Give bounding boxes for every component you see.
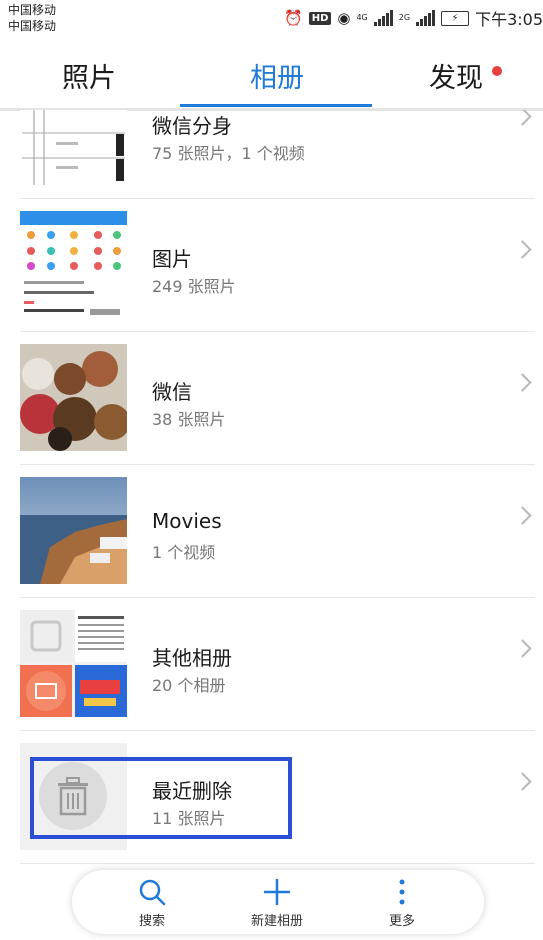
album-count: 249 张照片 [152, 277, 236, 296]
search-button[interactable]: 搜索 [102, 874, 202, 929]
plus-icon [264, 879, 290, 905]
album-count: 20 个相册 [152, 676, 226, 695]
more-button[interactable]: 更多 [352, 874, 452, 929]
album-count: 38 张照片 [152, 410, 226, 429]
signal-icon-2 [416, 10, 436, 26]
alarm-icon: ⏰ [284, 9, 303, 27]
album-name: Movies [152, 509, 222, 533]
status-bar: 中国移动 中国移动 ⏰ HD ◉ 4G 2G ⚡ 下午3:05 [0, 0, 543, 34]
chevron-right-icon [513, 506, 532, 525]
more-label: 更多 [388, 914, 415, 929]
new-album-label: 新建相册 [250, 914, 303, 929]
chevron-right-icon [513, 110, 532, 126]
album-row-other[interactable]: 其他相册 20 个相册 [0, 598, 543, 731]
eye-icon: ◉ [337, 9, 351, 27]
network-type-2: 2G [398, 13, 411, 22]
carrier-label-1: 中国移动 [8, 3, 57, 17]
chevron-right-icon [513, 639, 532, 658]
hd-icon: HD [308, 11, 332, 25]
carrier-label-2: 中国移动 [8, 19, 57, 33]
album-count: 1 个视频 [152, 543, 216, 562]
more-vertical-icon [399, 879, 405, 905]
tab-photos[interactable]: 照片 [62, 56, 116, 95]
chevron-right-icon [513, 240, 532, 259]
album-row-wechat[interactable]: 微信 38 张照片 [0, 332, 543, 465]
album-name: 微信分身 [152, 114, 232, 138]
status-icons: ⏰ HD ◉ 4G 2G ⚡ 下午3:05 [284, 6, 543, 30]
tab-discover[interactable]: 发现 [429, 56, 483, 95]
album-row-movies[interactable]: Movies 1 个视频 [0, 465, 543, 598]
album-thumbnail [20, 610, 127, 717]
bottom-action-bar: 搜索 新建相册 更多 [72, 870, 484, 934]
album-name: 微信 [152, 380, 192, 404]
tab-albums[interactable]: 相册 [250, 56, 304, 95]
album-row-pictures[interactable]: 图片 249 张照片 [0, 199, 543, 332]
signal-icon [373, 10, 393, 26]
highlight-box [30, 757, 292, 839]
album-thumbnail [20, 110, 127, 185]
album-row-wechat-clone[interactable]: 微信分身 75 张照片，1 个视频 [0, 110, 543, 199]
network-type-1: 4G [356, 13, 368, 22]
album-thumbnail [20, 477, 127, 584]
active-tab-indicator [180, 104, 372, 107]
row-divider [20, 863, 535, 864]
chevron-right-icon [513, 772, 532, 791]
album-count: 75 张照片，1 个视频 [152, 144, 305, 163]
album-thumbnail [20, 211, 127, 318]
album-name: 其他相册 [152, 646, 232, 670]
clock-time: 下午3:05 [475, 10, 543, 29]
search-icon [139, 879, 166, 906]
search-label: 搜索 [138, 914, 165, 929]
new-album-button[interactable]: 新建相册 [227, 874, 327, 929]
chevron-right-icon [513, 373, 532, 392]
album-thumbnail [20, 344, 127, 451]
album-name: 图片 [152, 247, 192, 271]
battery-charging-icon: ⚡ [441, 10, 470, 26]
notification-dot [492, 66, 502, 76]
